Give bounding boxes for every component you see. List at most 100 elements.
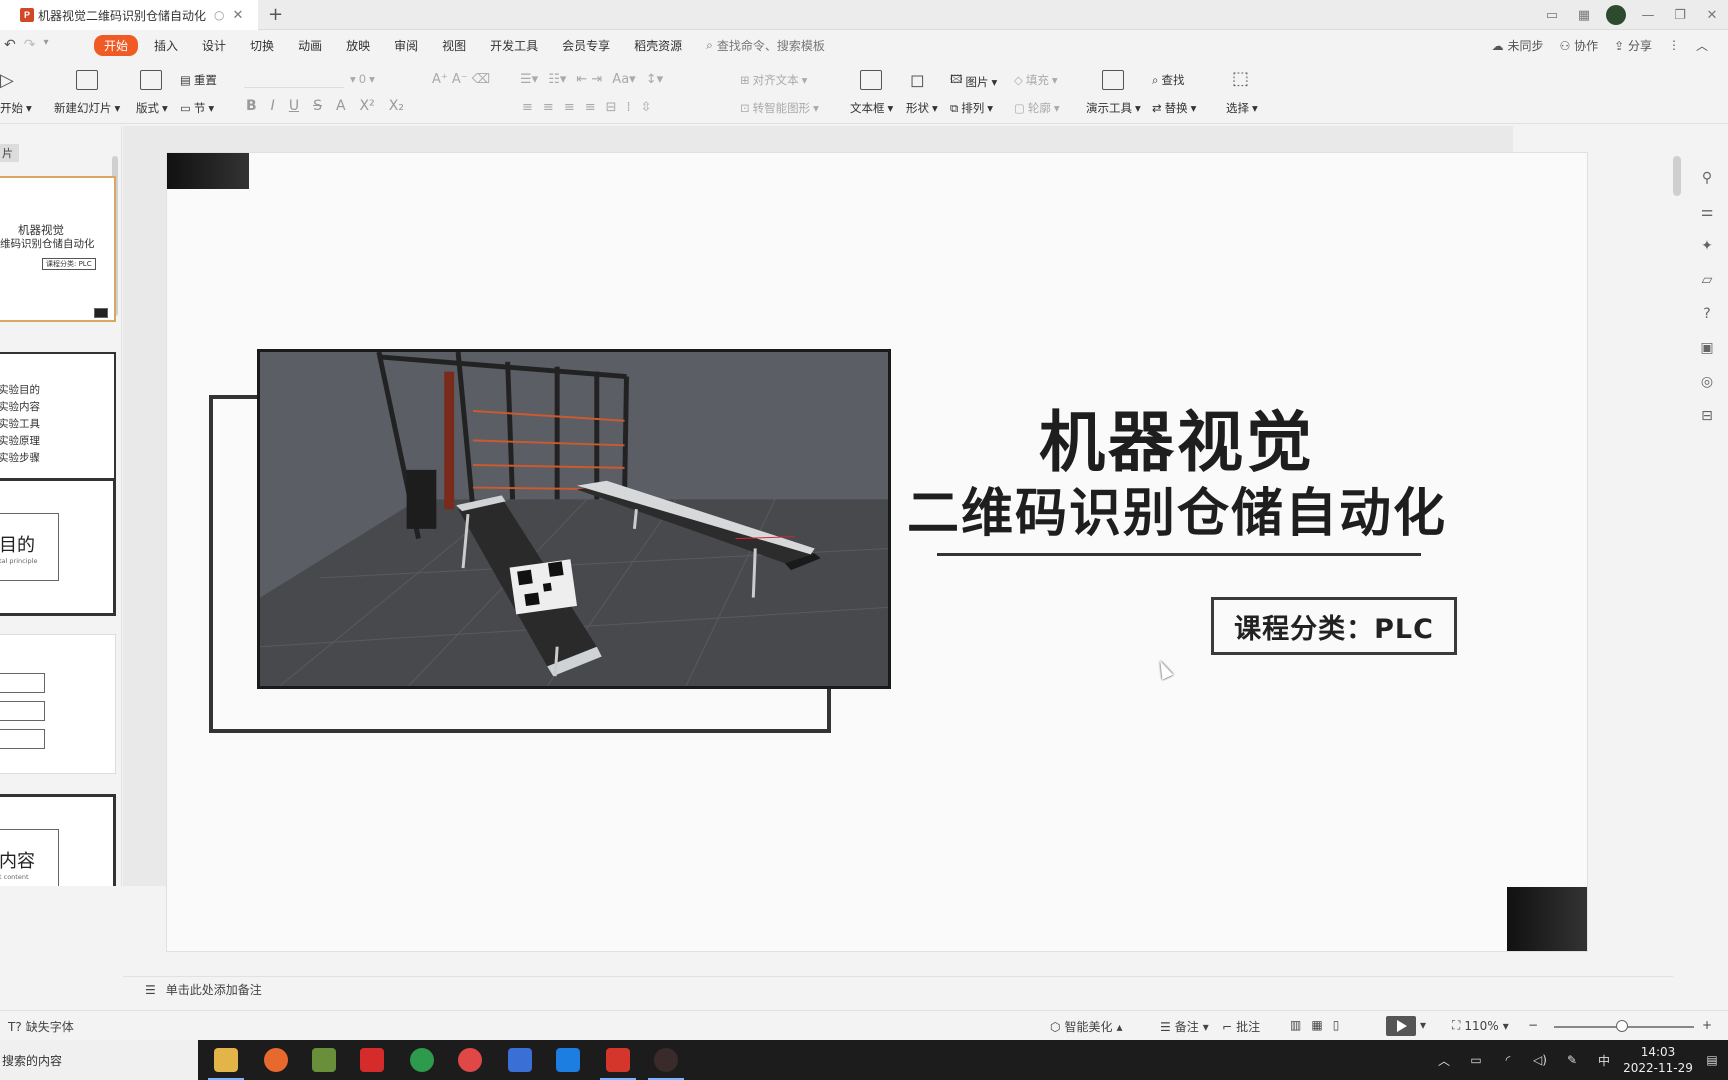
notes-bar[interactable]: ☰ 单击此处添加备注 (123, 976, 1673, 1002)
smartart-button[interactable]: ⊡ 转智能图形 ▾ (740, 100, 819, 116)
comments-button[interactable]: ⌐ 批注 (1222, 1018, 1260, 1035)
menu-design[interactable]: 设计 (190, 37, 238, 54)
section-button[interactable]: ▭ 节 ▾ (180, 100, 214, 116)
more-menu-icon[interactable]: ⋮ (1668, 38, 1680, 52)
undo-icon[interactable]: ↶ (4, 37, 16, 53)
shape-icon[interactable]: ◻ (910, 70, 925, 91)
canvas-vertical-scrollbar[interactable] (1672, 140, 1682, 960)
smart-beautify-button[interactable]: ⬡ 智能美化 ▴ (1050, 1018, 1123, 1035)
sorter-view-icon[interactable]: ▦ (1311, 1018, 1322, 1032)
layout-icon[interactable] (140, 70, 162, 90)
warehouse-3d-image[interactable] (257, 349, 891, 689)
bullets-icon[interactable]: ☰▾ (520, 72, 538, 87)
minimize-icon[interactable]: — (1632, 8, 1664, 23)
italic-icon[interactable]: I (271, 98, 275, 114)
firefox-icon[interactable] (264, 1048, 288, 1072)
notes-toggle-button[interactable]: ☰ 备注 ▾ (1160, 1018, 1209, 1035)
font-name-select[interactable] (244, 70, 344, 88)
menu-start[interactable]: 开始 (94, 34, 139, 56)
adjust-icon[interactable]: ⚌ (1698, 204, 1716, 222)
new-tab-button[interactable]: + (268, 4, 283, 25)
textbox-button[interactable]: 文本框 ▾ (850, 100, 893, 116)
ime-indicator[interactable]: 中 (1588, 1052, 1620, 1069)
slide-thumb-2[interactable]: 实验目的 实验内容 实验工具 实验原理 实验步骤 (0, 352, 116, 490)
arrange-button[interactable]: ⧉ 排列 ▾ (950, 100, 993, 116)
paragraph-spacing-icon[interactable]: ⇳ (641, 100, 652, 115)
reset-button[interactable]: ▤ 重置 (180, 72, 217, 88)
volume-icon[interactable]: ◁) (1524, 1053, 1556, 1067)
align-center-icon[interactable]: ≡ (543, 100, 554, 115)
play-from-start-icon[interactable]: ▷ (0, 70, 14, 91)
scrollbar-thumb[interactable] (1673, 156, 1681, 196)
location-icon[interactable]: ◎ (1698, 374, 1716, 392)
select-icon[interactable]: ⬚ (1232, 68, 1249, 89)
app-icon[interactable] (556, 1048, 580, 1072)
file-explorer-icon[interactable] (208, 1048, 244, 1080)
close-window-icon[interactable]: ✕ (1696, 8, 1728, 23)
menu-developer[interactable]: 开发工具 (478, 37, 550, 54)
battery-icon[interactable]: ▭ (1460, 1053, 1492, 1067)
menu-view[interactable]: 视图 (430, 37, 478, 54)
notification-icon[interactable]: ▤ (1696, 1053, 1728, 1067)
align-text-button[interactable]: ⊞ 对齐文本 ▾ (740, 72, 807, 88)
warning-app-icon[interactable] (360, 1048, 384, 1072)
slide-thumb-4[interactable] (0, 634, 116, 774)
slide[interactable]: 机器视觉 二维码识别仓储自动化 课程分类：PLC (166, 152, 1588, 952)
rocket-icon[interactable]: ⚲ (1698, 170, 1716, 188)
start-slideshow-button[interactable]: 开始 ▾ (0, 100, 32, 116)
align-right-icon[interactable]: ≡ (564, 100, 575, 115)
underline-icon[interactable]: U (289, 98, 299, 114)
menu-transition[interactable]: 切换 (238, 37, 286, 54)
present-tools-icon[interactable] (1102, 70, 1124, 90)
new-slide-icon[interactable] (76, 70, 98, 90)
font-grow-icon[interactable]: A⁺ A⁻ ⌫ (432, 72, 490, 87)
picture-button[interactable]: 🖾 图片 ▾ (950, 72, 997, 91)
help-icon[interactable]: ? (1698, 306, 1716, 324)
subscript-icon[interactable]: X₂ (389, 98, 404, 114)
slide-thumb-1[interactable]: 机器视觉 维码识别仓储自动化 课程分类: PLC (0, 176, 116, 322)
textbox-icon[interactable] (860, 70, 882, 90)
layout-icon[interactable]: ▭ (1536, 8, 1568, 23)
play-slideshow-button[interactable] (1386, 1016, 1416, 1036)
menu-animation[interactable]: 动画 (286, 37, 334, 54)
strikethrough-icon[interactable]: S (313, 98, 322, 114)
menu-resources[interactable]: 稻壳资源 (622, 37, 694, 54)
numbering-icon[interactable]: ☷▾ (548, 72, 566, 87)
bold-icon[interactable]: B (246, 98, 257, 114)
zoom-in-icon[interactable]: + (1702, 1018, 1712, 1032)
shape-button[interactable]: 形状 ▾ (906, 100, 938, 116)
distribute-icon[interactable]: ⊟ (606, 100, 617, 115)
course-category-box[interactable]: 课程分类：PLC (1211, 597, 1457, 655)
tray-expand-icon[interactable]: ︿ (1428, 1052, 1460, 1069)
fill-button[interactable]: ◇ 填充 ▾ (1014, 72, 1058, 88)
taskbar-search[interactable]: 搜索的内容 (0, 1040, 198, 1080)
chrome-icon[interactable] (410, 1048, 434, 1072)
collab-button[interactable]: ⚇ 协作 (1560, 37, 1599, 54)
font-size-select[interactable]: ▾ 0 ▾ (350, 72, 375, 86)
line-spacing-icon[interactable]: ↕▾ (646, 72, 663, 87)
font-color-icon[interactable]: A (336, 98, 346, 114)
document-tab[interactable]: P 机器视觉二维码识别仓储自动化 ○ ✕ (0, 0, 258, 30)
avatar[interactable] (1606, 5, 1626, 25)
columns-icon[interactable]: ⁞ (627, 100, 631, 115)
indent-icon[interactable]: ⇤ ⇥ (576, 72, 602, 87)
menu-slideshow[interactable]: 放映 (334, 37, 382, 54)
zoom-slider-knob[interactable] (1616, 1020, 1628, 1032)
slide-subtitle[interactable]: 二维码识别仓储自动化 (867, 471, 1487, 546)
comment-icon[interactable]: ▱ (1698, 272, 1716, 290)
zoom-out-icon[interactable]: − (1528, 1018, 1538, 1032)
find-button[interactable]: ⌕ 查找 (1152, 72, 1184, 88)
close-tab-icon[interactable]: ✕ (233, 8, 244, 23)
superscript-icon[interactable]: X² (360, 98, 375, 114)
app-icon[interactable] (508, 1048, 532, 1072)
menu-member[interactable]: 会员专享 (550, 37, 622, 54)
sync-button[interactable]: ☁ 未同步 (1492, 37, 1544, 54)
outline-button[interactable]: ▢ 轮廓 ▾ (1014, 100, 1060, 116)
slides-tab[interactable]: 片 (0, 144, 19, 162)
menu-insert[interactable]: 插入 (142, 37, 190, 54)
slide-thumb-3[interactable]: 目的 tal principle (0, 478, 116, 616)
justify-icon[interactable]: ≡ (585, 100, 596, 115)
image-tool-icon[interactable]: ▣ (1698, 340, 1716, 358)
restore-icon[interactable]: ❐ (1664, 8, 1696, 23)
collapse-ribbon-icon[interactable]: ︿ (1696, 37, 1708, 54)
